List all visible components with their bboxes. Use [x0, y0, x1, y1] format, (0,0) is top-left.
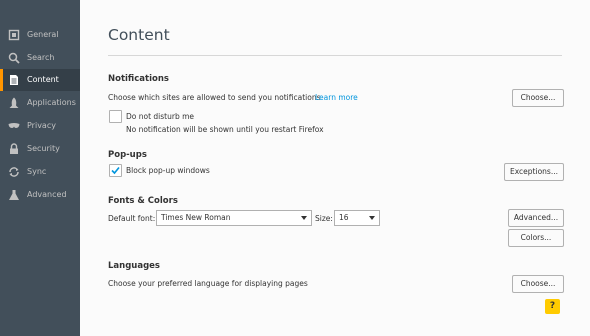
size-label: Size:	[315, 214, 333, 223]
languages-heading: Languages	[108, 261, 160, 271]
sidebar-item-label: Advanced	[27, 190, 67, 199]
page-title: Content	[108, 26, 170, 44]
sidebar-item-general[interactable]: General	[0, 24, 80, 46]
font-size-value: 16	[339, 213, 349, 222]
checkmark-icon	[111, 166, 120, 175]
sidebar: General Search Content Applications Priv…	[0, 0, 80, 336]
advanced-icon	[9, 190, 19, 200]
sidebar-item-sync[interactable]: Sync	[0, 161, 80, 183]
content-icon	[10, 75, 18, 85]
sidebar-item-label: Security	[27, 144, 60, 153]
chevron-down-icon	[369, 216, 375, 220]
sidebar-item-privacy[interactable]: Privacy	[0, 115, 80, 137]
do-not-disturb-checkbox[interactable]	[109, 110, 122, 123]
do-not-disturb-label: Do not disturb me	[126, 112, 195, 121]
sidebar-item-security[interactable]: Security	[0, 138, 80, 160]
sidebar-item-applications[interactable]: Applications	[0, 92, 80, 114]
default-font-select[interactable]: Times New Roman	[156, 210, 312, 226]
font-size-select[interactable]: 16	[334, 210, 380, 226]
notifications-description: Choose which sites are allowed to send y…	[108, 93, 321, 102]
active-indicator	[0, 69, 3, 91]
fonts-colors-heading: Fonts & Colors	[108, 196, 178, 206]
exceptions-button[interactable]: Exceptions...	[504, 163, 564, 181]
sidebar-item-label: Search	[27, 53, 55, 62]
sidebar-item-advanced[interactable]: Advanced	[0, 184, 80, 206]
block-popups-checkbox[interactable]	[109, 164, 122, 177]
sidebar-item-label: Content	[27, 75, 59, 84]
fonts-advanced-button[interactable]: Advanced...	[508, 209, 564, 227]
sync-icon	[9, 167, 19, 177]
languages-description: Choose your preferred language for displ…	[108, 279, 308, 288]
sidebar-item-content[interactable]: Content	[0, 69, 80, 91]
title-divider	[108, 55, 562, 56]
general-icon	[8, 29, 20, 41]
chevron-down-icon	[301, 216, 307, 220]
popups-heading: Pop-ups	[108, 150, 147, 160]
search-icon	[8, 52, 20, 64]
sidebar-item-label: General	[27, 30, 59, 39]
applications-icon	[9, 97, 19, 108]
block-popups-label: Block pop-up windows	[126, 166, 210, 175]
learn-more-link[interactable]: Learn more	[315, 93, 358, 102]
notifications-heading: Notifications	[108, 74, 169, 84]
sidebar-item-search[interactable]: Search	[0, 47, 80, 69]
content-pane: Content Notifications Choose which sites…	[80, 0, 590, 336]
default-font-value: Times New Roman	[161, 213, 231, 222]
privacy-icon	[8, 123, 20, 128]
sidebar-item-label: Sync	[27, 167, 47, 176]
sidebar-item-label: Privacy	[27, 121, 56, 130]
default-font-label: Default font:	[108, 214, 156, 223]
notifications-choose-button[interactable]: Choose...	[512, 89, 564, 107]
help-button[interactable]: ?	[545, 299, 560, 314]
security-icon	[10, 143, 18, 154]
sidebar-item-label: Applications	[27, 98, 76, 107]
colors-button[interactable]: Colors...	[508, 229, 564, 247]
languages-choose-button[interactable]: Choose...	[512, 275, 564, 293]
do-not-disturb-note: No notification will be shown until you …	[126, 125, 324, 134]
